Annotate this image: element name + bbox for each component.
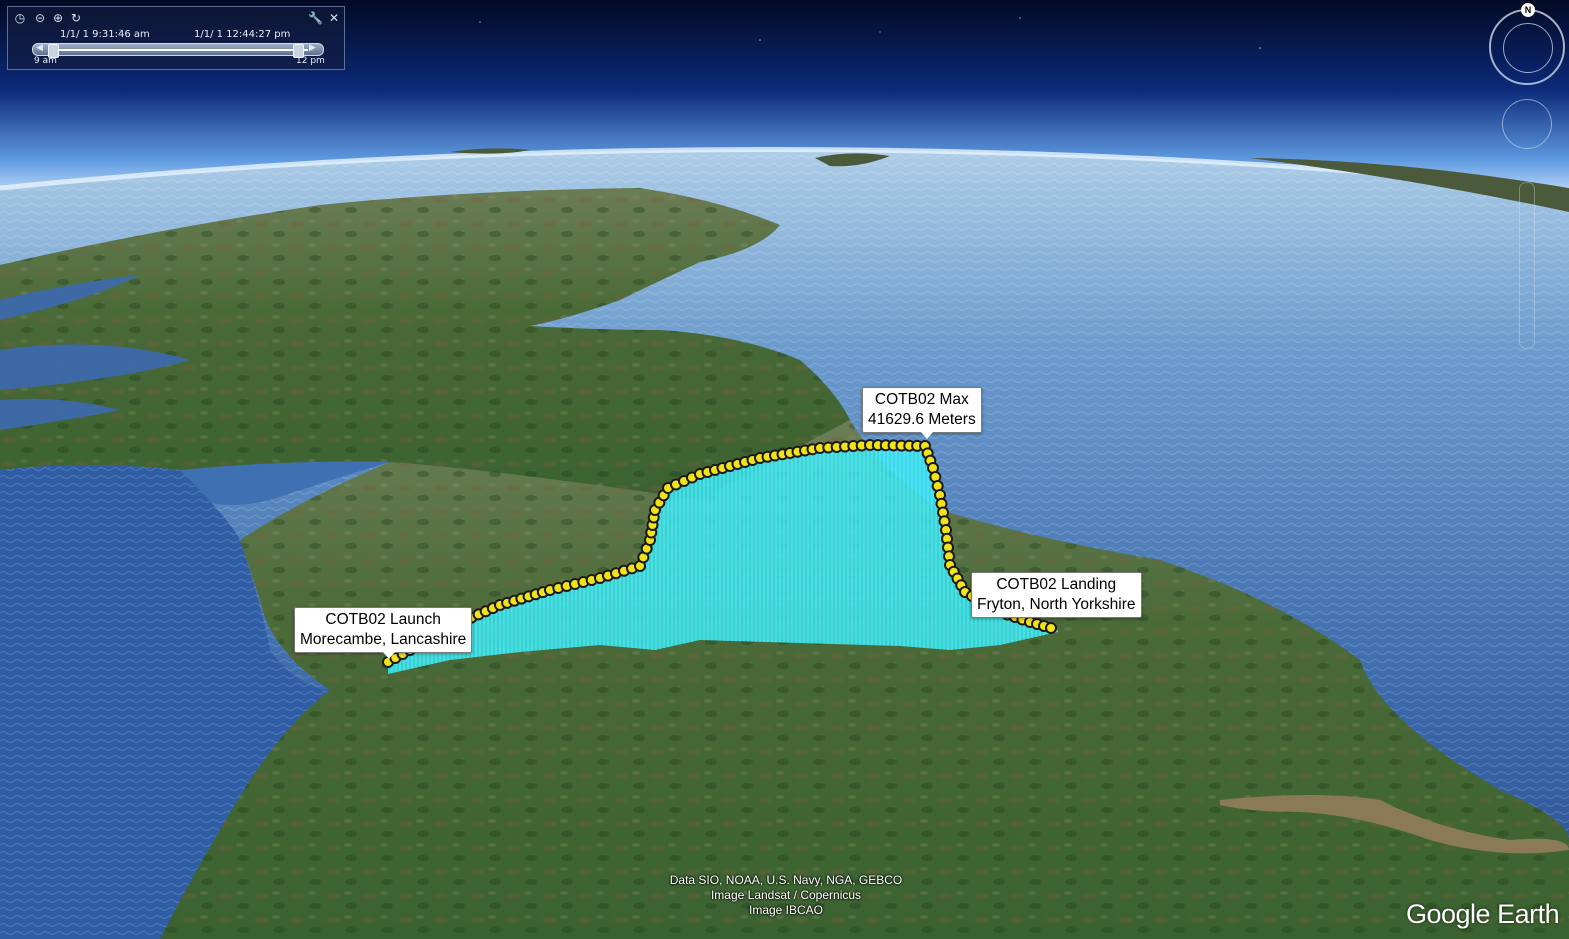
step-forward-icon[interactable]: ▶ xyxy=(309,43,316,53)
time-slider-panel: ◷ ⊝ ⊕ ↻ 🔧 ✕ 1/1/ 1 9:31:46 am 1/1/ 1 12:… xyxy=(7,6,345,70)
landing-label-title: COTB02 Landing xyxy=(996,576,1117,593)
max-label-altitude: 41629.6 Meters xyxy=(868,411,976,428)
scale-end-label: 12 pm xyxy=(296,56,325,66)
landing-label-location: Fryton, North Yorkshire xyxy=(977,596,1136,613)
launch-label-pointer xyxy=(383,652,395,659)
zoom-slider[interactable] xyxy=(1519,182,1535,349)
start-time-readout: 1/1/ 1 9:31:46 am xyxy=(60,29,150,40)
step-back-icon[interactable]: ◀ xyxy=(36,43,43,53)
earth-view[interactable] xyxy=(0,0,1569,939)
max-label-title: COTB02 Max xyxy=(874,391,969,408)
zoom-out-icon[interactable]: ⊝ xyxy=(33,11,47,25)
refresh-icon[interactable]: ↻ xyxy=(69,11,83,25)
imagery-attribution: Data SIO, NOAA, U.S. Navy, NGA, GEBCO Im… xyxy=(636,873,936,918)
clock-icon[interactable]: ◷ xyxy=(13,11,27,25)
launch-label[interactable]: COTB02 Launch Morecambe, Lancashire xyxy=(294,607,473,659)
north-indicator[interactable]: N xyxy=(1521,3,1535,17)
launch-label-location: Morecambe, Lancashire xyxy=(300,631,467,648)
zoom-in-icon[interactable]: ⊕ xyxy=(51,11,65,25)
look-joystick[interactable] xyxy=(1502,99,1552,149)
launch-label-title: COTB02 Launch xyxy=(325,611,441,628)
max-label-pointer xyxy=(921,432,933,439)
close-icon[interactable]: ✕ xyxy=(327,11,341,25)
max-label[interactable]: COTB02 Max 41629.6 Meters xyxy=(862,387,982,439)
attribution-data: Data SIO, NOAA, U.S. Navy, NGA, GEBCO xyxy=(669,873,903,887)
map-viewport[interactable]: ◷ ⊝ ⊕ ↻ 🔧 ✕ 1/1/ 1 9:31:46 am 1/1/ 1 12:… xyxy=(0,0,1569,939)
end-time-readout: 1/1/ 1 12:44:27 pm xyxy=(194,29,291,40)
google-earth-logo: Google Earth xyxy=(1406,899,1560,929)
compass-ring[interactable] xyxy=(1503,23,1553,73)
scale-start-label: 9 am xyxy=(34,56,57,66)
attribution-image-2: Image IBCAO xyxy=(748,903,824,917)
time-slider-range xyxy=(53,49,308,51)
compass-control[interactable]: N xyxy=(1489,3,1565,85)
track-point-marker[interactable] xyxy=(1045,622,1057,634)
attribution-image-1: Image Landsat / Copernicus xyxy=(710,888,862,902)
landing-label[interactable]: COTB02 Landing Fryton, North Yorkshire xyxy=(971,572,1142,618)
settings-icon[interactable]: 🔧 xyxy=(308,11,323,25)
